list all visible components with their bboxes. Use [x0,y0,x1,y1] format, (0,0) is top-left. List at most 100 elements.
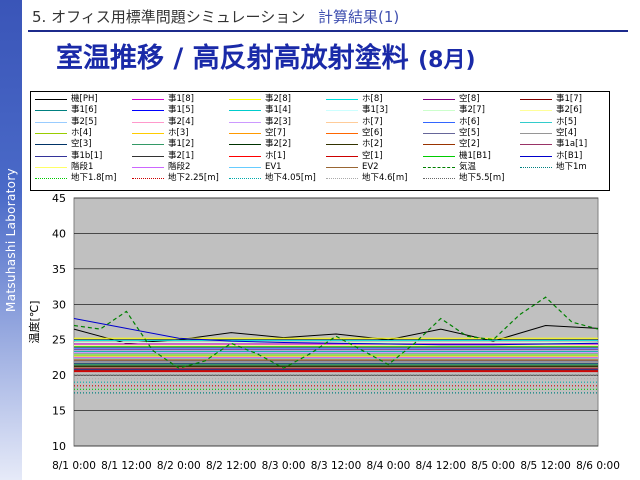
legend-swatch [35,144,67,146]
y-tick-label: 40 [52,227,66,240]
legend-label: 事2[5] [71,116,97,127]
legend-label: 空[6] [362,127,383,138]
legend-swatch [35,166,67,168]
legend-swatch [35,99,67,100]
legend-swatch [35,110,67,112]
legend-label: 地下4.6[m] [362,173,408,184]
legend-swatch [326,99,358,100]
x-tick-label: 8/2 12:00 [206,460,257,472]
legend-label: 事2[7] [459,105,485,116]
y-tick-label: 25 [52,334,66,347]
series-lines [73,296,599,394]
legend-swatch [326,144,358,146]
legend-swatch [326,132,358,134]
section-title: オフィス用標準問題シミュレーション [51,8,306,26]
legend-label: 事2[6] [556,105,582,116]
legend-label: 事1a[1] [556,139,588,150]
legend-swatch [35,121,67,123]
legend-label: 事1[6] [71,105,97,116]
legend-label: 機[PH] [71,94,98,104]
legend-label: 空[4] [556,127,577,138]
x-tick-label: 8/1 12:00 [101,460,152,472]
legend-swatch [326,121,358,123]
legend-swatch [35,132,67,134]
x-tick-labels: 8/1 0:00 8/1 12:00 8/2 0:00 8/2 12:00 8/3 0:… [52,460,620,472]
legend-label: ホ[6] [459,116,480,127]
legend-label: 階段1 [71,161,94,172]
legend-label: 事1[3] [362,105,388,116]
chart-legend: 機[PH] 事1[8] 事2[8] ホ[8] 空[8] 事1[7] 事1[6] 事1[5] 事1… [30,91,610,191]
y-tick-label: 10 [52,440,66,453]
series-line [73,318,599,346]
x-tick-label: 8/5 0:00 [471,460,515,472]
legend-label: 事2[1] [168,150,194,161]
legend-swatch [326,110,358,112]
legend-swatch [229,121,261,123]
legend-label: 事2[2] [265,139,291,150]
legend-swatch [326,155,358,157]
legend-label: 地下1.8[m] [71,173,117,184]
x-tick-label: 8/3 12:00 [311,460,362,472]
legend-swatch [229,132,261,134]
legend-label: 階段2 [168,161,191,172]
legend-swatch [423,178,455,180]
legend-swatch [326,166,358,168]
legend-label: 空[5] [459,127,480,138]
legend-label: ホ[8] [362,94,383,104]
x-tick-label: 8/2 0:00 [157,460,201,472]
legend-swatch [423,155,455,157]
legend-swatch [229,166,261,168]
x-tick-label: 8/4 12:00 [416,460,467,472]
y-axis-label: 温度[℃] [27,301,41,344]
legend-label: 事1[4] [265,105,291,116]
page-title-main: 室温推移 / 高反射高放射塗料 [56,43,409,74]
legend-swatch [423,166,455,168]
legend-swatch [423,144,455,146]
legend-label: 事2[4] [168,116,194,127]
legend-swatch [132,155,164,157]
legend-swatch [229,178,261,180]
legend-label: 空[2] [459,139,480,150]
legend-label: ホ[B1] [556,150,583,161]
plot-area [73,197,599,447]
y-tick-label: 20 [52,369,66,382]
x-tick-label: 8/6 0:00 [576,460,620,472]
legend-swatch [326,178,358,180]
legend-swatch [35,155,67,157]
legend-swatch [132,121,164,123]
legend-label: 空[8] [459,94,480,104]
x-tick-label: 8/4 0:00 [366,460,410,472]
legend-label: EV1 [265,161,282,172]
legend-label: 事1[5] [168,105,194,116]
grid-lines [74,197,598,447]
legend-label: 事2[3] [265,116,291,127]
legend-swatch [229,99,261,100]
legend-label: ホ[4] [71,127,92,138]
legend-swatch [132,144,164,146]
legend-label: 気温 [459,161,477,172]
page-title: 室温推移 / 高反射高放射塗料 (8月) [56,36,476,75]
legend-swatch [132,166,164,168]
legend-label: 事1[7] [556,94,582,104]
legend-label: 事1b[1] [71,150,103,161]
legend-label: 空[1] [362,150,383,161]
legend-label: 地下4.05[m] [265,173,316,184]
y-tick-label: 45 [52,192,66,205]
legend-swatch [423,99,455,100]
y-tick-label: 15 [52,405,66,418]
legend-label: 地下2.25[m] [168,173,219,184]
section-subtitle: 計算結果(1) [317,8,400,26]
legend-swatch [35,178,67,180]
legend-label: EV2 [362,161,379,172]
y-tick-label: 30 [52,298,66,311]
sidebar: Matsuhashi Laboratory [0,0,22,480]
legend-label: 事1[2] [168,139,194,150]
legend-swatch [520,144,552,146]
legend-swatch [423,110,455,112]
y-tick-label: 35 [52,263,66,276]
legend-label: ホ[2] [362,139,383,150]
legend-swatch [520,166,552,168]
legend-label: 事2[8] [265,94,291,104]
page-title-month: (8月) [418,48,476,73]
legend-label: ホ[3] [168,127,189,138]
